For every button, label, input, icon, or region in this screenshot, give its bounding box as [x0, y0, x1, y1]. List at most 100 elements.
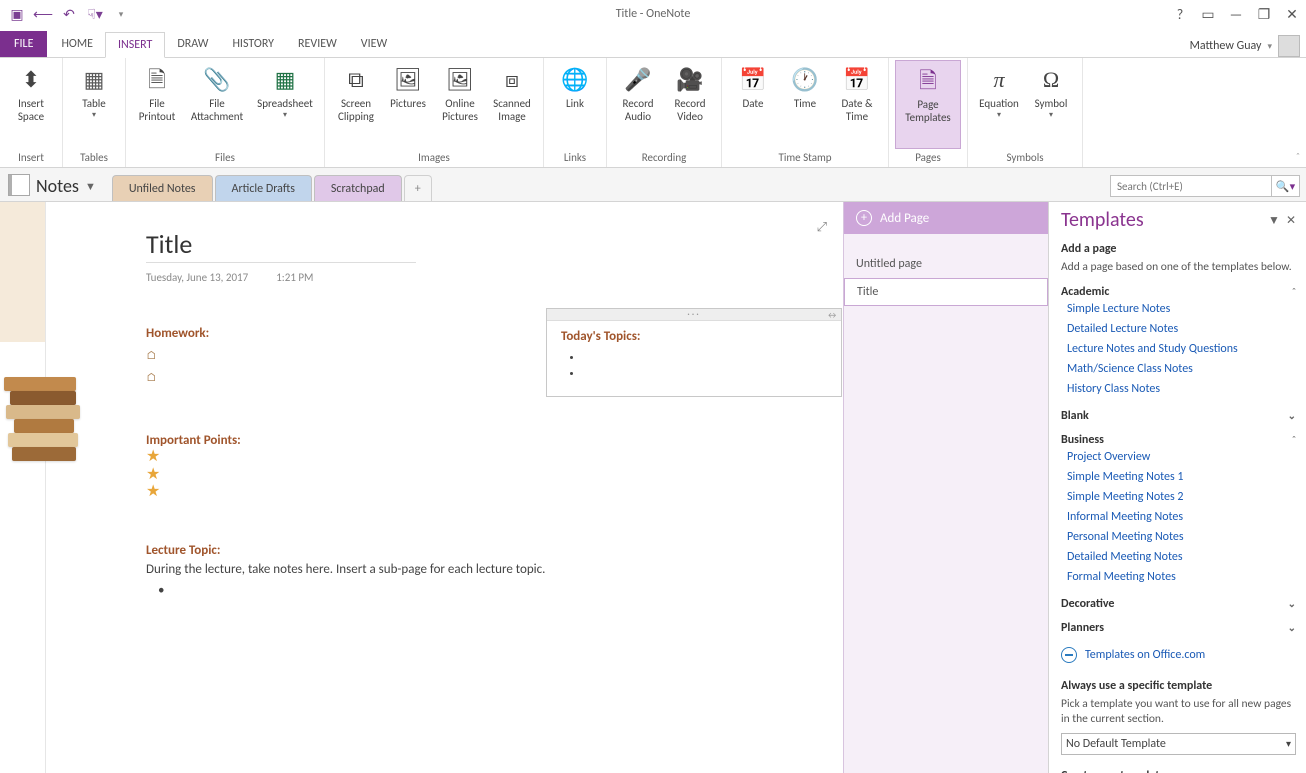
template-link[interactable]: Simple Meeting Notes 1 — [1061, 467, 1296, 487]
minimize-icon[interactable]: — — [1226, 4, 1246, 24]
template-link[interactable]: Project Overview — [1061, 447, 1296, 467]
lecture-bullet[interactable]: • — [158, 583, 823, 598]
lecture-instructions[interactable]: During the lecture, take notes here. Ins… — [146, 562, 823, 577]
category-planners[interactable]: Planners⌄ — [1061, 621, 1296, 635]
close-pane-icon[interactable]: ✕ — [1286, 213, 1296, 228]
tab-home[interactable]: HOME — [49, 31, 105, 57]
topic-bullet[interactable] — [583, 366, 827, 382]
notebook-name[interactable]: Notes — [36, 175, 79, 197]
important-points-heading[interactable]: Important Points: — [146, 433, 823, 448]
equation-button[interactable]: πEquation▾ — [974, 60, 1024, 149]
template-link[interactable]: Personal Meeting Notes — [1061, 527, 1296, 547]
insert-space-button[interactable]: ⬍InsertSpace — [6, 60, 56, 149]
page-templates-icon: 🗎 — [912, 65, 944, 97]
add-page-button[interactable]: + Add Page — [844, 202, 1048, 234]
category-academic[interactable]: Academicˆ — [1061, 285, 1296, 299]
record-audio-button[interactable]: 🎤RecordAudio — [613, 60, 663, 149]
section-tab-scratchpad[interactable]: Scratchpad — [314, 175, 402, 201]
ribbon-display-icon[interactable]: ▭ — [1198, 4, 1218, 24]
notebook-icon[interactable] — [8, 174, 30, 196]
table-button[interactable]: ▦Table▾ — [69, 60, 119, 149]
star-icon[interactable]: ★ — [146, 448, 823, 466]
file-tab[interactable]: FILE — [0, 31, 47, 57]
record-video-button[interactable]: 🎥RecordVideo — [665, 60, 715, 149]
tab-view[interactable]: VIEW — [349, 31, 399, 57]
file-printout-button[interactable]: 🗎FilePrintout — [132, 60, 182, 149]
template-link[interactable]: Formal Meeting Notes — [1061, 567, 1296, 587]
user-name[interactable]: Matthew Guay — [1190, 39, 1262, 53]
touch-mode-icon[interactable]: ☟▾ — [86, 5, 104, 23]
date-button[interactable]: 📅Date — [728, 60, 778, 149]
link-icon: 🌐 — [559, 64, 591, 96]
tab-history[interactable]: HISTORY — [220, 31, 286, 57]
template-link[interactable]: History Class Notes — [1061, 379, 1296, 399]
online-pictures-button[interactable]: 🖼OnlinePictures — [435, 60, 485, 149]
app-title: Title - OneNote — [616, 7, 691, 21]
template-link[interactable]: Simple Meeting Notes 2 — [1061, 487, 1296, 507]
symbol-button[interactable]: ΩSymbol▾ — [1026, 60, 1076, 149]
template-link[interactable]: Detailed Meeting Notes — [1061, 547, 1296, 567]
undo-icon[interactable]: ↶ — [60, 5, 78, 23]
scanned-image-button[interactable]: ⧈ScannedImage — [487, 60, 537, 149]
category-blank[interactable]: Blank⌄ — [1061, 409, 1296, 423]
topics-container[interactable]: ↔ Today's Topics: — [546, 308, 842, 397]
house-icon[interactable]: ⌂ — [146, 371, 160, 385]
page-timestamp: Tuesday, June 13, 20171:21 PM — [146, 271, 823, 284]
qat-customize-icon[interactable]: ▾ — [112, 5, 130, 23]
todays-topics-heading[interactable]: Today's Topics: — [561, 329, 827, 344]
page-item-untitled[interactable]: Untitled page — [844, 250, 1048, 278]
pictures-button[interactable]: 🖼Pictures — [383, 60, 433, 149]
online-pictures-icon: 🖼 — [444, 64, 476, 96]
templates-online-link[interactable]: Templates on Office.com — [1085, 645, 1205, 665]
user-menu-chevron-icon[interactable]: ▾ — [1267, 41, 1272, 52]
scanner-icon: ⧈ — [496, 64, 528, 96]
maximize-icon[interactable]: ❐ — [1254, 4, 1274, 24]
time-button[interactable]: 🕐Time — [780, 60, 830, 149]
page-title[interactable]: Title — [146, 228, 416, 263]
notebook-bar: Notes ▼ Unfiled Notes Article Drafts Scr… — [0, 168, 1306, 202]
tab-draw[interactable]: DRAW — [165, 31, 220, 57]
star-icon[interactable]: ★ — [146, 483, 823, 501]
template-link[interactable]: Lecture Notes and Study Questions — [1061, 339, 1296, 359]
search-input[interactable] — [1110, 175, 1272, 197]
template-link[interactable]: Detailed Lecture Notes — [1061, 319, 1296, 339]
back-icon[interactable]: ⟵ — [34, 5, 52, 23]
task-pane-options-icon[interactable]: ▼ — [1268, 213, 1280, 228]
file-attachment-button[interactable]: 📎FileAttachment — [184, 60, 250, 149]
page-item-title[interactable]: Title — [844, 278, 1048, 306]
default-template-select[interactable]: No Default Template▾ — [1061, 733, 1296, 755]
template-link[interactable]: Math/Science Class Notes — [1061, 359, 1296, 379]
page-templates-button[interactable]: 🗎PageTemplates — [895, 60, 961, 149]
note-canvas[interactable]: ⤢ Title Tuesday, June 13, 20171:21 PM Ho… — [0, 202, 843, 773]
templates-pane: Templates ▼ ✕ Add a page Add a page base… — [1048, 202, 1306, 773]
section-tab-drafts[interactable]: Article Drafts — [215, 175, 312, 201]
collapse-ribbon-icon[interactable]: ˆ — [1296, 150, 1300, 163]
link-button[interactable]: 🌐Link — [550, 60, 600, 149]
template-link[interactable]: Informal Meeting Notes — [1061, 507, 1296, 527]
date-time-button[interactable]: 📅Date &Time — [832, 60, 882, 149]
close-icon[interactable]: ✕ — [1282, 4, 1302, 24]
title-bar: ▣ ⟵ ↶ ☟▾ ▾ Title - OneNote ? ▭ — ❐ ✕ — [0, 0, 1306, 28]
star-icon[interactable]: ★ — [146, 466, 823, 484]
category-business[interactable]: Businessˆ — [1061, 433, 1296, 447]
topic-bullet[interactable] — [583, 350, 827, 366]
house-icon[interactable]: ⌂ — [146, 349, 160, 363]
screen-clipping-button[interactable]: ⧉ScreenClipping — [331, 60, 381, 149]
avatar[interactable] — [1278, 35, 1300, 57]
add-section-button[interactable]: + — [404, 175, 432, 201]
create-template-heading: Create new template — [1061, 769, 1296, 773]
help-icon[interactable]: ? — [1170, 4, 1190, 24]
container-drag-handle[interactable]: ↔ — [547, 309, 841, 321]
category-decorative[interactable]: Decorative⌄ — [1061, 597, 1296, 611]
tab-insert[interactable]: INSERT — [105, 32, 165, 58]
tab-review[interactable]: REVIEW — [286, 31, 349, 57]
section-tab-unfiled[interactable]: Unfiled Notes — [112, 175, 213, 201]
lecture-topic-heading[interactable]: Lecture Topic: — [146, 543, 823, 558]
container-resize-icon[interactable]: ↔ — [826, 310, 838, 321]
search-button[interactable]: 🔍▾ — [1272, 175, 1300, 197]
notebook-chevron-icon[interactable]: ▼ — [85, 180, 96, 193]
spreadsheet-button[interactable]: ▦Spreadsheet▾ — [252, 60, 318, 149]
always-template-heading: Always use a specific template — [1061, 679, 1296, 693]
template-link[interactable]: Simple Lecture Notes — [1061, 299, 1296, 319]
spreadsheet-icon: ▦ — [269, 64, 301, 96]
